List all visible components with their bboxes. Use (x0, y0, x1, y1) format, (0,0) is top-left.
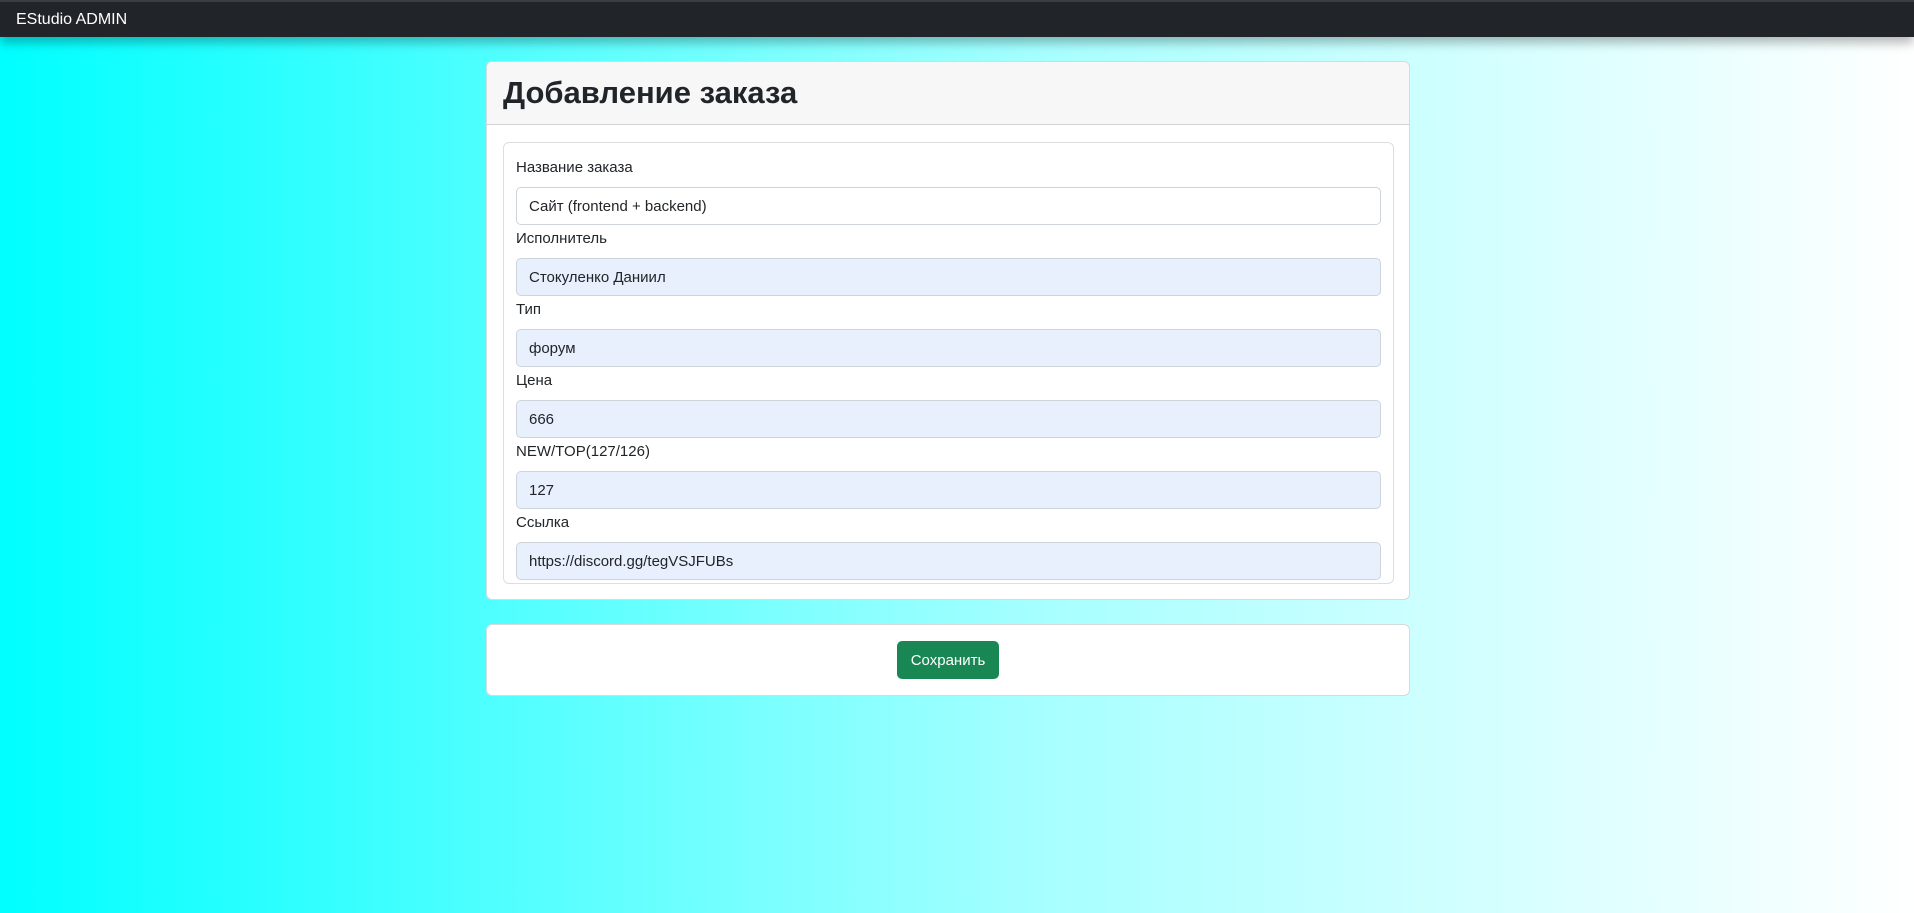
order-form-card: Добавление заказа Название заказа Исполн… (486, 61, 1410, 600)
order-name-input[interactable] (516, 187, 1381, 225)
card-header: Добавление заказа (487, 62, 1409, 125)
executor-input[interactable] (516, 258, 1381, 296)
new-top-label: NEW/TOP(127/126) (516, 443, 650, 460)
link-input[interactable] (516, 542, 1381, 580)
type-label: Тип (516, 301, 542, 318)
save-card: Сохранить (486, 624, 1410, 696)
type-input[interactable] (516, 329, 1381, 367)
price-input[interactable] (516, 400, 1381, 438)
link-label: Ссылка (516, 514, 570, 531)
save-button[interactable]: Сохранить (896, 641, 1000, 679)
top-navbar: EStudio ADMIN (0, 0, 1914, 37)
page-title: Добавление заказа (503, 75, 798, 110)
brand-link[interactable]: EStudio ADMIN (16, 11, 127, 29)
price-label: Цена (516, 372, 553, 389)
order-form: Название заказа Исполнитель Тип Цена NEW… (503, 142, 1394, 584)
new-top-input[interactable] (516, 471, 1381, 509)
order-name-label: Название заказа (516, 159, 633, 176)
executor-label: Исполнитель (516, 230, 607, 247)
